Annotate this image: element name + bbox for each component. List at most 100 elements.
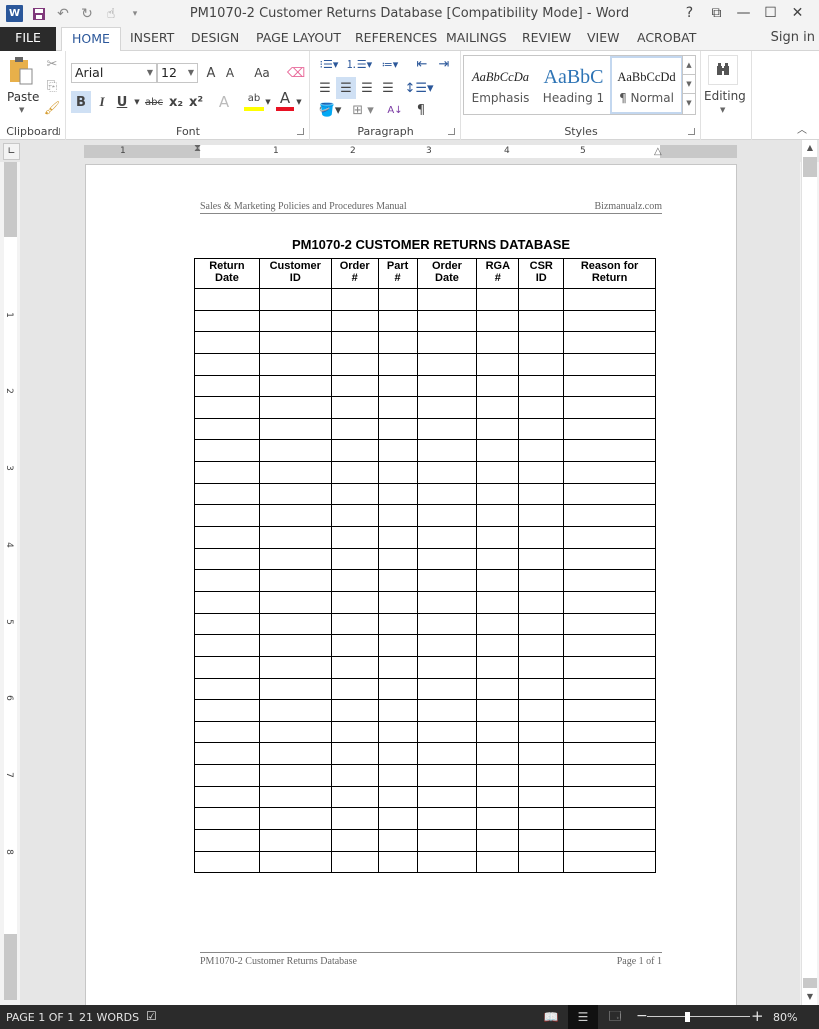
table-cell[interactable] <box>194 526 260 549</box>
line-spacing-icon[interactable]: ↕☰▾ <box>404 77 433 99</box>
tab-home[interactable]: HOME <box>61 27 121 52</box>
tab-mailings[interactable]: MAILINGS <box>436 27 517 51</box>
table-cell[interactable] <box>330 504 379 528</box>
align-right-icon[interactable]: ☰ <box>357 77 377 99</box>
table-cell[interactable] <box>330 764 379 787</box>
table-cell[interactable] <box>377 439 418 463</box>
table-cell[interactable] <box>330 526 379 549</box>
table-cell[interactable] <box>563 612 656 636</box>
table-cell[interactable] <box>330 677 379 701</box>
align-center-icon[interactable]: ☰ <box>336 77 356 99</box>
vertical-scrollbar[interactable]: ▲ ▼ <box>801 140 817 1005</box>
table-cell[interactable] <box>563 720 656 744</box>
table-cell[interactable] <box>416 764 478 787</box>
numbering-icon[interactable]: ⒈☰▾ <box>345 55 373 73</box>
table-cell[interactable] <box>194 655 260 679</box>
table-cell[interactable] <box>518 829 565 852</box>
read-mode-icon[interactable]: 📖 <box>536 1005 566 1029</box>
paragraph-launcher-icon[interactable] <box>448 128 455 135</box>
table-cell[interactable] <box>194 569 260 592</box>
table-cell[interactable] <box>330 850 379 874</box>
table-cell[interactable] <box>518 764 565 787</box>
first-line-indent-marker[interactable]: ⧗ <box>194 143 201 154</box>
table-cell[interactable] <box>563 482 656 506</box>
cut-icon[interactable]: ✂ <box>44 56 60 72</box>
table-cell[interactable] <box>416 417 478 441</box>
table-cell[interactable] <box>377 785 418 809</box>
style-emphasis[interactable]: AaBbCcDa Emphasis <box>464 56 537 114</box>
table-cell[interactable] <box>476 504 520 528</box>
table-cell[interactable] <box>416 655 478 679</box>
multilevel-list-icon[interactable]: ≔▾ <box>375 55 405 73</box>
table-cell[interactable] <box>476 655 520 679</box>
underline-dropdown-icon[interactable]: ▼ <box>132 91 142 113</box>
clear-formatting-icon[interactable]: ⌫ <box>287 64 305 82</box>
table-cell[interactable] <box>518 634 565 657</box>
zoom-in-button[interactable]: + <box>751 1007 764 1025</box>
table-cell[interactable] <box>377 742 418 766</box>
borders-icon[interactable]: ⊞ ▾ <box>347 99 379 121</box>
table-cell[interactable] <box>258 634 332 657</box>
table-cell[interactable] <box>563 634 656 657</box>
table-cell[interactable] <box>194 634 260 657</box>
table-cell[interactable] <box>563 352 656 376</box>
table-cell[interactable] <box>377 807 418 831</box>
ribbon-display-icon[interactable]: ⧉ <box>703 3 730 23</box>
table-cell[interactable] <box>330 374 379 398</box>
table-cell[interactable] <box>476 396 520 419</box>
table-cell[interactable] <box>258 374 332 398</box>
table-cell[interactable] <box>194 742 260 766</box>
table-cell[interactable] <box>476 807 520 831</box>
table-cell[interactable] <box>194 677 260 701</box>
table-cell[interactable] <box>194 482 260 506</box>
table-cell[interactable] <box>476 785 520 809</box>
table-cell[interactable] <box>330 482 379 506</box>
table-cell[interactable] <box>476 547 520 571</box>
paste-dropdown-icon[interactable]: ▼ <box>19 106 24 114</box>
table-cell[interactable] <box>476 634 520 657</box>
table-cell[interactable] <box>476 569 520 592</box>
table-cell[interactable] <box>258 288 332 311</box>
table-cell[interactable] <box>416 590 478 614</box>
table-cell[interactable] <box>476 699 520 722</box>
table-cell[interactable] <box>258 612 332 636</box>
shrink-font-icon[interactable]: A <box>222 64 238 82</box>
table-cell[interactable] <box>476 590 520 614</box>
table-cell[interactable] <box>476 850 520 874</box>
table-cell[interactable] <box>518 374 565 398</box>
table-cell[interactable] <box>416 569 478 592</box>
proofing-icon[interactable]: ☑ <box>146 1009 157 1023</box>
table-cell[interactable] <box>258 720 332 744</box>
font-name-field[interactable]: Arial ▼ <box>71 63 157 83</box>
tab-review[interactable]: REVIEW <box>512 27 581 51</box>
table-cell[interactable] <box>563 699 656 722</box>
table-cell[interactable] <box>258 461 332 484</box>
word-count[interactable]: 21 WORDS <box>79 1011 139 1024</box>
text-effects-icon[interactable]: A <box>215 91 233 113</box>
editing-dropdown-icon[interactable]: ▼ <box>720 106 725 114</box>
table-cell[interactable] <box>330 461 379 484</box>
table-cell[interactable] <box>258 417 332 441</box>
table-cell[interactable] <box>563 764 656 787</box>
table-cell[interactable] <box>476 417 520 441</box>
table-cell[interactable] <box>563 742 656 766</box>
increase-indent-icon[interactable]: ⇥ <box>435 55 453 73</box>
table-cell[interactable] <box>416 612 478 636</box>
table-cell[interactable] <box>518 331 565 354</box>
table-cell[interactable] <box>563 526 656 549</box>
underline-button[interactable]: U <box>113 91 131 113</box>
table-cell[interactable] <box>518 482 565 506</box>
table-cell[interactable] <box>518 461 565 484</box>
page-count[interactable]: PAGE 1 OF 1 <box>6 1011 74 1024</box>
table-cell[interactable] <box>377 374 418 398</box>
table-cell[interactable] <box>377 699 418 722</box>
table-cell[interactable] <box>563 590 656 614</box>
table-cell[interactable] <box>258 742 332 766</box>
table-cell[interactable] <box>563 374 656 398</box>
table-cell[interactable] <box>518 720 565 744</box>
table-cell[interactable] <box>258 785 332 809</box>
table-cell[interactable] <box>476 352 520 376</box>
table-cell[interactable] <box>194 547 260 571</box>
table-cell[interactable] <box>563 547 656 571</box>
table-cell[interactable] <box>518 504 565 528</box>
